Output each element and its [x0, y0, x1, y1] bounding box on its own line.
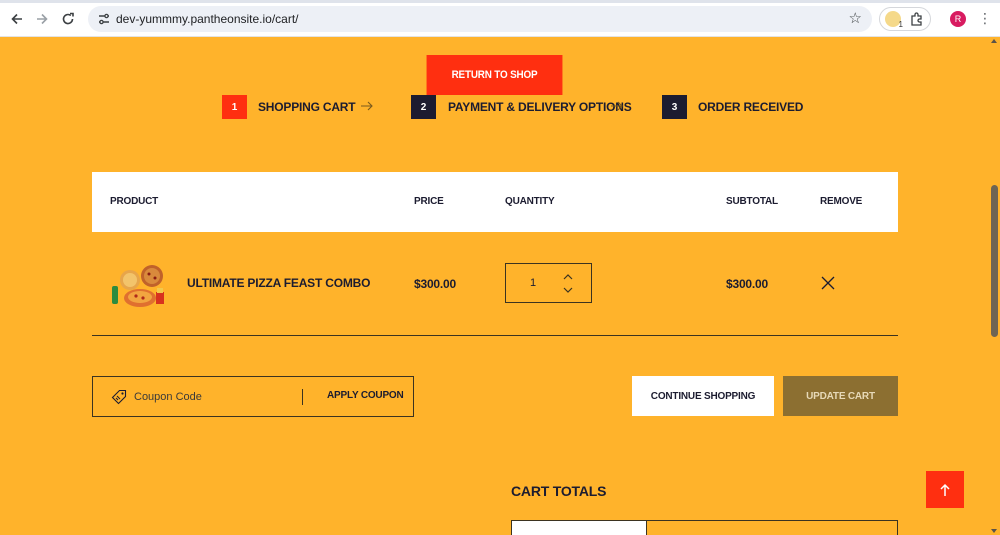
- chevron-up-icon[interactable]: [562, 272, 574, 282]
- close-icon[interactable]: [820, 275, 836, 291]
- tab-strip-edge: [0, 0, 1000, 3]
- extension-icon[interactable]: 1: [885, 11, 903, 29]
- cart-totals-title: Cart Totals: [511, 483, 607, 499]
- profile-avatar[interactable]: R: [950, 11, 966, 27]
- step-3-number: 3: [662, 95, 687, 119]
- chevron-down-icon[interactable]: [562, 285, 574, 295]
- more-icon[interactable]: ⋮: [978, 9, 992, 29]
- back-to-top-button[interactable]: [926, 471, 964, 508]
- address-bar[interactable]: dev-yummmy.pantheonsite.io/cart/ ☆: [88, 6, 872, 32]
- header-quantity: Quantity: [505, 196, 555, 207]
- extensions-area: 1: [879, 7, 931, 31]
- quantity-stepper[interactable]: 1: [505, 263, 592, 303]
- cart-totals-table: [511, 520, 898, 535]
- step-3-label: Order Received: [698, 100, 804, 114]
- url-text: dev-yummmy.pantheonsite.io/cart/: [116, 12, 299, 26]
- product-thumbnail[interactable]: [108, 262, 168, 310]
- arrow-right-icon: [611, 101, 623, 111]
- quantity-value[interactable]: 1: [530, 277, 536, 289]
- step-1-label: Shopping Cart: [258, 100, 356, 114]
- browser-toolbar: dev-yummmy.pantheonsite.io/cart/ ☆ 1 R ⋮: [0, 0, 1000, 37]
- back-icon[interactable]: [6, 8, 28, 30]
- scroll-up-icon[interactable]: [991, 39, 997, 43]
- row-divider: [92, 335, 898, 336]
- header-product: Product: [110, 196, 159, 207]
- forward-icon[interactable]: [31, 8, 53, 30]
- extension-badge: 1: [898, 20, 903, 29]
- continue-shopping-button[interactable]: Continue Shopping: [632, 376, 774, 416]
- product-price: $300.00: [414, 277, 456, 291]
- step-1-number: 1: [222, 95, 247, 119]
- arrow-right-icon: [361, 101, 373, 111]
- product-name[interactable]: Ultimate Pizza Feast Combo: [187, 276, 370, 290]
- step-2-label: Payment & Delivery Options: [448, 100, 632, 114]
- return-to-shop-button[interactable]: Return to shop: [426, 55, 563, 95]
- star-icon[interactable]: ☆: [849, 9, 862, 27]
- site-settings-icon[interactable]: [96, 11, 112, 27]
- extensions-icon[interactable]: [908, 10, 926, 28]
- update-cart-button[interactable]: Update Cart: [783, 376, 898, 416]
- coupon-form: Apply Coupon: [92, 376, 414, 417]
- scroll-down-icon[interactable]: [991, 529, 997, 533]
- coupon-divider: [302, 389, 303, 405]
- header-subtotal: Subtotal: [726, 196, 778, 207]
- totals-label-cell: [512, 521, 647, 535]
- coupon-tag-icon: [111, 389, 127, 405]
- scrollbar-thumb[interactable]: [991, 185, 998, 337]
- coupon-code-input[interactable]: [134, 387, 294, 407]
- reload-icon[interactable]: [57, 8, 79, 30]
- header-remove: Remove: [820, 196, 863, 207]
- product-subtotal: $300.00: [726, 277, 768, 291]
- arrow-up-icon: [940, 483, 950, 496]
- page-scrollbar[interactable]: [988, 37, 1000, 535]
- header-price: Price: [414, 196, 444, 207]
- apply-coupon-button[interactable]: Apply Coupon: [327, 390, 404, 401]
- step-2-number: 2: [411, 95, 436, 119]
